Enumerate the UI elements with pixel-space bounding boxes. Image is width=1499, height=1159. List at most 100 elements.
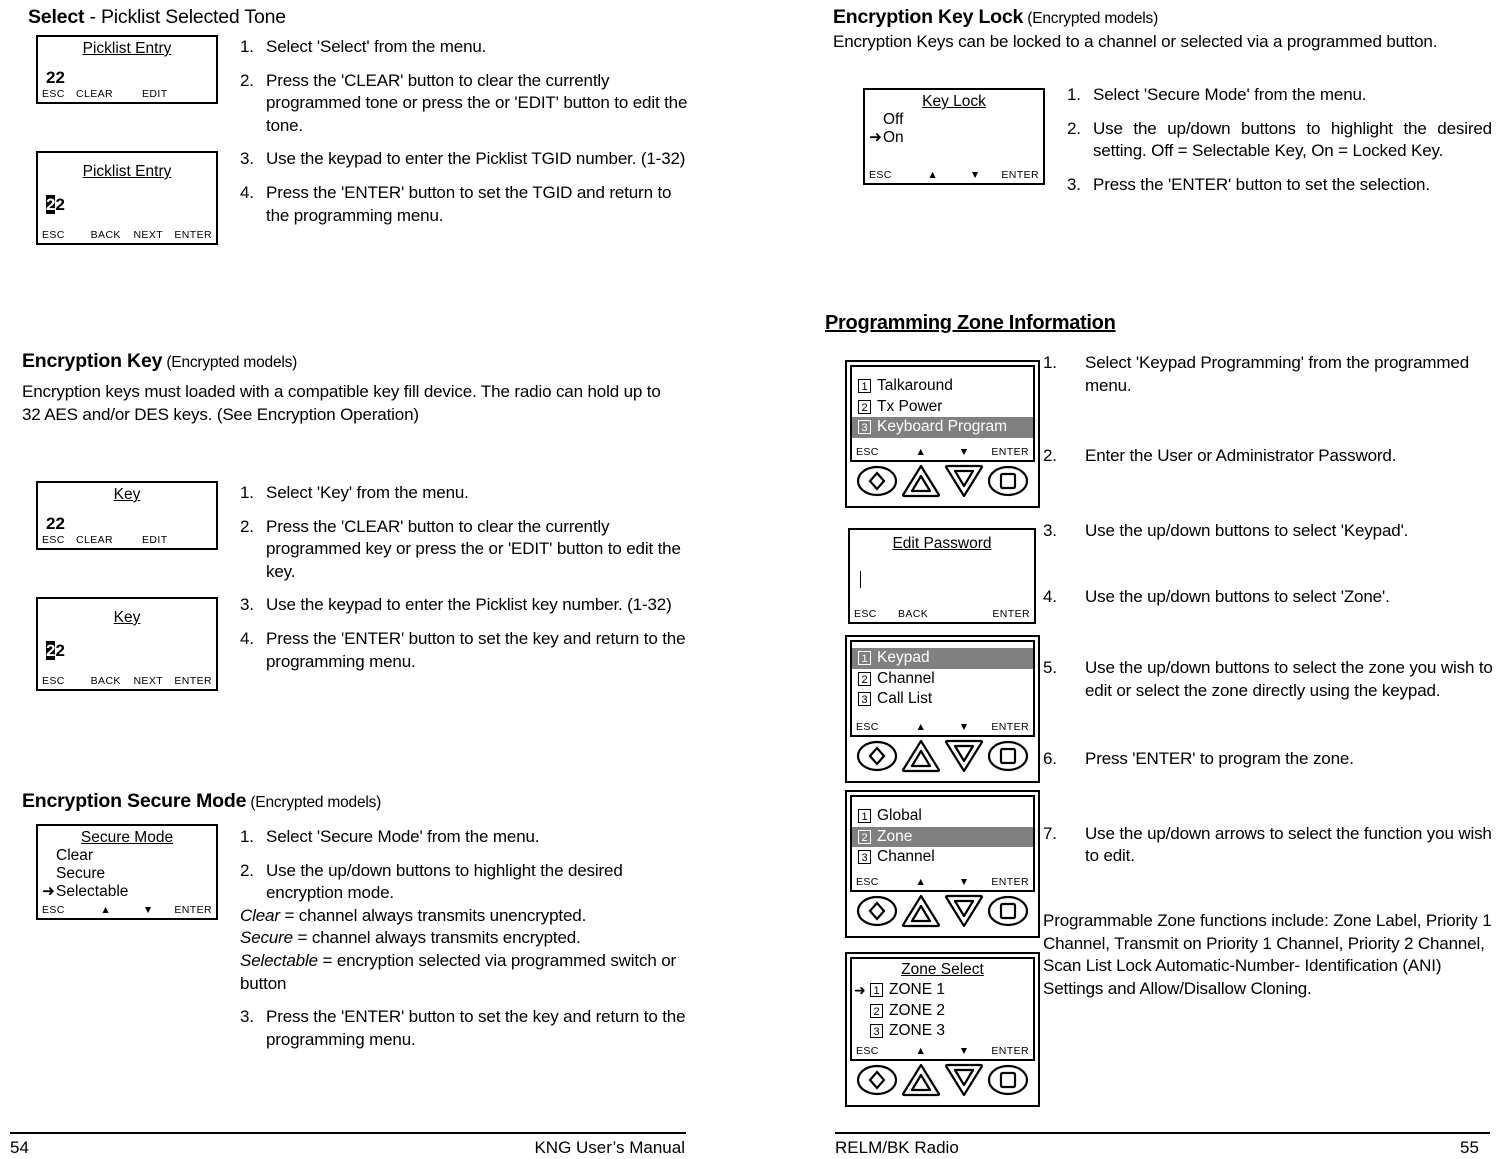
lcd-value: 22 [46,514,65,533]
lcd-menu-item-channel[interactable]: 2 Channel [852,669,1033,690]
softkey-enter[interactable]: ENTER [170,675,213,687]
up-arrow-button-icon[interactable] [901,1063,941,1097]
softkey-down-icon[interactable]: ▼ [943,876,986,888]
softkey-enter[interactable]: ENTER [986,721,1029,733]
softkey-down-icon[interactable]: ▼ [954,169,997,181]
definition-term: Selectable [240,951,318,971]
softkey-down-icon[interactable]: ▼ [127,904,170,916]
softkey-up-icon[interactable]: ▲ [899,446,942,458]
softkey-clear[interactable]: CLEAR [76,534,142,546]
softkey-enter[interactable]: ENTER [997,169,1040,181]
lcd-menu-item-on[interactable]: ➜ On [865,129,1043,147]
lcd-menu-item-clear[interactable]: Clear [38,847,216,865]
softkey-esc[interactable]: ESC [42,88,76,100]
softkey-esc[interactable]: ESC [42,904,85,916]
softkey-up-icon[interactable]: ▲ [85,904,128,916]
lcd-menu-label: ZONE 3 [889,1022,945,1040]
softkey-next[interactable]: NEXT [127,675,170,687]
softkey-down-icon[interactable]: ▼ [943,1045,986,1057]
lcd-menu-item-keyboard-program[interactable]: 3 Keyboard Program [852,417,1033,438]
section-encryption-secure-mode: Encryption Secure Mode (Encrypted models… [22,790,682,813]
step-number: 1. [240,827,254,846]
softkey-up-icon[interactable]: ▲ [899,1045,942,1057]
menu-number-box: 2 [858,399,871,414]
softkey-down-icon[interactable]: ▼ [943,446,986,458]
softkey-edit[interactable]: EDIT [142,88,168,100]
lcd-menu-item-zone-1[interactable]: ➜ 1 ZONE 1 [852,980,1033,1001]
menu-diamond-button-icon[interactable] [856,739,898,773]
up-arrow-button-icon[interactable] [901,739,941,773]
softkey-up-icon[interactable]: ▲ [899,876,942,888]
step: 3. Use the keypad to enter the Picklist … [240,148,690,171]
softkey-esc[interactable]: ESC [856,446,899,458]
down-arrow-button-icon[interactable] [944,1063,984,1097]
up-arrow-button-icon[interactable] [901,464,941,498]
lcd-menu-item-talkaround[interactable]: 1 Talkaround [852,376,1033,397]
lcd-menu-item-zone-2[interactable]: 2 ZONE 2 [852,1001,1033,1022]
lcd-keyboard-program-menu: 1 Talkaround 2 Tx Power 3 Keyboard Progr… [850,365,1035,462]
password-input-field[interactable] [850,571,1034,588]
lcd-menu-item-global[interactable]: 1 Global [852,806,1033,827]
enter-square-button-icon[interactable] [987,739,1029,773]
softkey-next[interactable]: NEXT [127,229,170,241]
step: 2. Enter the User or Administrator Passw… [1043,445,1493,468]
lcd-menu-item-call-list[interactable]: 3 Call List [852,689,1033,710]
menu-diamond-button-icon[interactable] [856,1063,898,1097]
step-number: 2. [1067,118,1081,138]
lcd-menu-item-secure[interactable]: Secure [38,865,216,883]
softkey-esc[interactable]: ESC [856,1045,899,1057]
step-text: Select 'Select' from the menu. [266,37,487,56]
softkey-enter[interactable]: ENTER [170,229,213,241]
step: 4. Press the 'ENTER' button to set the T… [240,182,690,227]
softkey-esc[interactable]: ESC [42,675,85,687]
softkey-clear[interactable]: CLEAR [76,88,142,100]
down-arrow-button-icon[interactable] [944,464,984,498]
softkey-enter[interactable]: ENTER [986,876,1029,888]
softkey-esc[interactable]: ESC [856,876,899,888]
lcd-menu-item-tx-power[interactable]: 2 Tx Power [852,397,1033,418]
down-arrow-button-icon[interactable] [944,894,984,928]
enter-square-button-icon[interactable] [987,464,1029,498]
lcd-softkeys: ESC BACK ENTER [850,608,1034,620]
down-arrow-button-icon[interactable] [944,739,984,773]
menu-number-box: 2 [870,1003,883,1018]
softkey-enter[interactable]: ENTER [986,446,1029,458]
softkey-esc[interactable]: ESC [42,229,85,241]
enter-square-button-icon[interactable] [987,1063,1029,1097]
softkey-esc[interactable]: ESC [856,721,899,733]
lcd-menu-item-keypad[interactable]: 1 Keypad [852,648,1033,669]
footer-page-number: 54 [10,1138,29,1157]
lcd-menu-item-zone[interactable]: 2 Zone [852,826,1033,848]
softkey-enter[interactable]: ENTER [986,1045,1029,1057]
softkey-back[interactable]: BACK [898,608,942,620]
lcd-menu-item-channel[interactable]: 3 Channel [852,847,1033,868]
closing-paragraph: Programmable Zone functions include: Zon… [1043,911,1492,998]
enter-square-button-icon[interactable] [987,894,1029,928]
lcd-menu-item-off[interactable]: Off [865,111,1043,129]
lcd-menu-item-zone-3[interactable]: 3 ZONE 3 [852,1021,1033,1042]
softkey-edit[interactable]: EDIT [142,534,168,546]
step-text: Use the keypad to enter the Picklist key… [266,595,672,615]
softkey-back[interactable]: BACK [85,675,128,687]
steps-key-lock: 1. Select 'Secure Mode' from the menu. 2… [1067,84,1492,207]
softkey-esc[interactable]: ESC [42,534,76,546]
section-heading-bold: Encryption Key [22,350,163,372]
menu-number-box: 1 [870,983,883,998]
step-text: Select 'Key' from the menu. [266,483,469,502]
softkey-esc[interactable]: ESC [854,608,898,620]
softkey-down-icon[interactable]: ▼ [943,721,986,733]
section-heading: Select - Picklist Selected Tone [28,6,728,29]
softkey-esc[interactable]: ESC [869,169,912,181]
steps-secure-mode: 1. Select 'Secure Mode' from the menu. 2… [240,826,700,1062]
up-arrow-button-icon[interactable] [901,894,941,928]
softkey-enter[interactable]: ENTER [170,904,213,916]
softkey-back[interactable]: BACK [85,229,128,241]
menu-diamond-button-icon[interactable] [856,464,898,498]
softkey-enter[interactable]: ENTER [986,608,1030,620]
lcd-menu-label: Tx Power [877,397,943,415]
softkey-up-icon[interactable]: ▲ [899,721,942,733]
lcd-menu-item-selectable[interactable]: ➜ Selectable [38,883,216,901]
step-text: Use the up/down buttons to highlight the… [1093,118,1492,161]
softkey-up-icon[interactable]: ▲ [912,169,955,181]
menu-diamond-button-icon[interactable] [856,894,898,928]
